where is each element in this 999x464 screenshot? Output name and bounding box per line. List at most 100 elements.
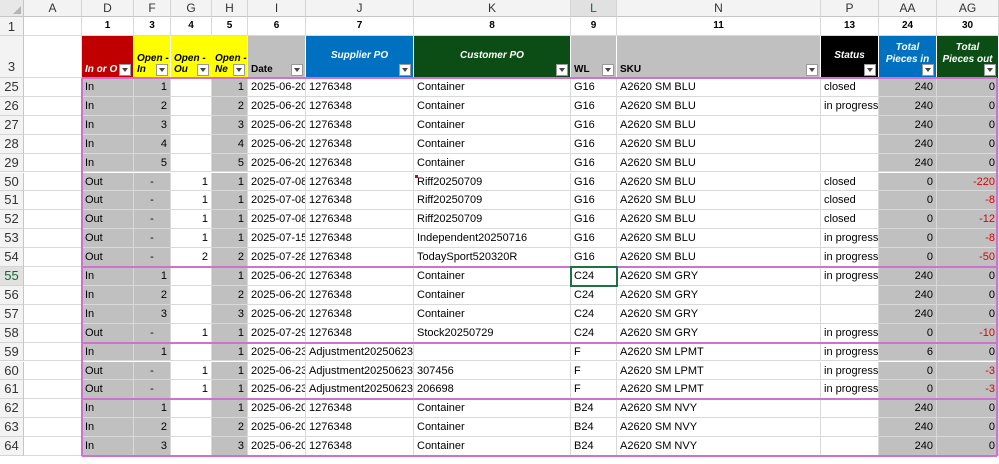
cell-i-56[interactable]: 2025-06-20 [248, 285, 306, 305]
cell-j-59[interactable]: Adjustment20250623 [306, 342, 414, 362]
select-all-corner[interactable] [0, 0, 24, 17]
cell-f-63[interactable]: 2 [134, 418, 171, 438]
row-header-59[interactable]: 59 [0, 342, 24, 362]
cell-p-56[interactable] [821, 285, 879, 305]
cell-n-62[interactable]: A2620 SM NVY [617, 399, 821, 419]
cell-j-62[interactable]: 1276348 [306, 399, 414, 419]
column-header-p[interactable]: P [821, 0, 879, 17]
cell-n-60[interactable]: A2620 SM LPMT [617, 361, 821, 381]
row-header-64[interactable]: 64 [0, 437, 24, 456]
row-header-27[interactable]: 27 [0, 115, 24, 135]
cell-f-58[interactable]: - [134, 323, 171, 343]
cell-h-64[interactable]: 3 [212, 437, 248, 456]
cell-j-61[interactable]: Adjustment20250623 [306, 380, 414, 400]
cell-f-26[interactable]: 2 [134, 96, 171, 116]
cell-g-50[interactable]: 1 [171, 172, 212, 192]
cell-ag-57[interactable]: 0 [937, 304, 999, 324]
filter-dropdown-icon[interactable] [864, 64, 876, 76]
cell-n-63[interactable]: A2620 SM NVY [617, 418, 821, 438]
cell-f-56[interactable]: 2 [134, 285, 171, 305]
cell-j-51[interactable]: 1276348 [306, 191, 414, 211]
cell-k-26[interactable]: Container [414, 96, 571, 116]
cell-g-53[interactable]: 1 [171, 229, 212, 249]
cell-d-60[interactable]: Out [82, 361, 134, 381]
cell-p-57[interactable] [821, 304, 879, 324]
cell-a-60[interactable] [24, 361, 82, 381]
cell-i-64[interactable]: 2025-06-20 [248, 437, 306, 456]
cell-k-57[interactable]: Container [414, 304, 571, 324]
cell-a-54[interactable] [24, 248, 82, 267]
row1-cell-n[interactable]: 11 [617, 17, 821, 36]
row-header-61[interactable]: 61 [0, 380, 24, 400]
row1-cell-l[interactable]: 9 [571, 17, 617, 36]
cell-j-50[interactable]: 1276348 [306, 172, 414, 192]
cell-i-25[interactable]: 2025-06-20 [248, 78, 306, 97]
cell-k-59[interactable] [414, 342, 571, 362]
cell-i-54[interactable]: 2025-07-28 [248, 248, 306, 267]
cell-ag-27[interactable]: 0 [937, 115, 999, 135]
cell-f-54[interactable]: - [134, 248, 171, 267]
cell-f-27[interactable]: 3 [134, 115, 171, 135]
header-cell-k[interactable]: Customer PO [414, 36, 571, 78]
filter-dropdown-icon[interactable] [602, 64, 614, 76]
cell-ag-29[interactable]: 0 [937, 153, 999, 173]
header-cell-aa[interactable]: Total Pieces in [879, 36, 937, 78]
cell-l-61[interactable]: F [571, 380, 617, 400]
cell-i-62[interactable]: 2025-06-20 [248, 399, 306, 419]
cell-ag-25[interactable]: 0 [937, 78, 999, 97]
cell-a-58[interactable] [24, 323, 82, 343]
cell-p-50[interactable]: closed [821, 172, 879, 192]
cell-f-28[interactable]: 4 [134, 134, 171, 154]
cell-k-61[interactable]: 206698 [414, 380, 571, 400]
cell-d-55[interactable]: In [82, 267, 134, 286]
cell-f-52[interactable]: - [134, 210, 171, 230]
cell-d-54[interactable]: Out [82, 248, 134, 267]
cell-i-27[interactable]: 2025-06-20 [248, 115, 306, 135]
filter-dropdown-icon[interactable] [556, 64, 568, 76]
cell-i-29[interactable]: 2025-06-20 [248, 153, 306, 173]
cell-n-55[interactable]: A2620 SM GRY [617, 267, 821, 286]
cell-a-26[interactable] [24, 96, 82, 116]
cell-l-27[interactable]: G16 [571, 115, 617, 135]
row1-cell-aa[interactable]: 24 [879, 17, 937, 36]
cell-ag-28[interactable]: 0 [937, 134, 999, 154]
cell-h-53[interactable]: 1 [212, 229, 248, 249]
filter-dropdown-icon[interactable] [399, 64, 411, 76]
column-header-l[interactable]: L [571, 0, 617, 17]
cell-p-58[interactable]: in progress [821, 323, 879, 343]
cell-d-28[interactable]: In [82, 134, 134, 154]
cell-f-64[interactable]: 3 [134, 437, 171, 456]
row-header-55[interactable]: 55 [0, 267, 24, 286]
cell-l-62[interactable]: B24 [571, 399, 617, 419]
row1-cell-f[interactable]: 3 [134, 17, 171, 36]
row-header-57[interactable]: 57 [0, 304, 24, 324]
cell-aa-64[interactable]: 240 [879, 437, 937, 456]
cell-l-58[interactable]: C24 [571, 323, 617, 343]
cell-p-61[interactable]: in progress [821, 380, 879, 400]
row1-cell-g[interactable]: 4 [171, 17, 212, 36]
cell-aa-25[interactable]: 240 [879, 78, 937, 97]
cell-ag-51[interactable]: -8 [937, 191, 999, 211]
cell-ag-56[interactable]: 0 [937, 285, 999, 305]
cell-p-63[interactable] [821, 418, 879, 438]
cell-h-56[interactable]: 2 [212, 285, 248, 305]
cell-h-26[interactable]: 2 [212, 96, 248, 116]
cell-d-57[interactable]: In [82, 304, 134, 324]
cell-f-61[interactable]: - [134, 380, 171, 400]
header-cell-ag[interactable]: Total Pieces out [937, 36, 999, 78]
cell-j-60[interactable]: Adjustment20250623 [306, 361, 414, 381]
row1-cell-d[interactable]: 1 [82, 17, 134, 36]
row-header-52[interactable]: 52 [0, 210, 24, 230]
cell-g-60[interactable]: 1 [171, 361, 212, 381]
cell-l-51[interactable]: G16 [571, 191, 617, 211]
cell-a-57[interactable] [24, 304, 82, 324]
cell-p-55[interactable]: in progress [821, 267, 879, 286]
cell-f-50[interactable]: - [134, 172, 171, 192]
column-header-h[interactable]: H [212, 0, 248, 17]
cell-aa-50[interactable]: 0 [879, 172, 937, 192]
cell-h-61[interactable]: 1 [212, 380, 248, 400]
cell-d-29[interactable]: In [82, 153, 134, 173]
cell-n-25[interactable]: A2620 SM BLU [617, 78, 821, 97]
cell-g-25[interactable] [171, 78, 212, 97]
cell-p-26[interactable]: in progress [821, 96, 879, 116]
